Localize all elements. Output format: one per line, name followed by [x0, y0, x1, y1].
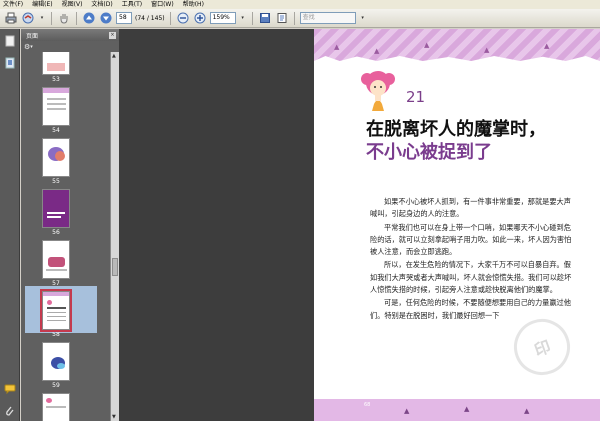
page-number-input[interactable]: 58 — [116, 12, 132, 24]
chapter-body: 如果不小心被坏人抓到，有一件事非常重要，那就是要大声喊叫，引起身边的人的注意。 … — [370, 196, 576, 323]
page-footer-decoration — [314, 399, 600, 421]
save-icon[interactable] — [258, 11, 272, 25]
thumbnail-56[interactable]: 56 — [36, 189, 76, 236]
chevron-down-icon[interactable]: ▾ — [30, 44, 33, 50]
decoration-mark: ▲ — [544, 42, 550, 50]
page-number: 68 — [364, 402, 371, 408]
pages-panel: 页面 × ⚙ ▾ 53 54 55 56 57 58 59 ▲ ▼ — [21, 29, 119, 421]
document-background — [119, 29, 314, 421]
scroll-down-icon[interactable]: ▼ — [112, 414, 116, 420]
fit-icon[interactable] — [275, 11, 289, 25]
thumbnail-55[interactable]: 55 — [36, 138, 76, 185]
menu-file[interactable]: 文件(F) — [3, 0, 23, 9]
thumbnail-scrollbar[interactable]: ▲ ▼ — [110, 52, 119, 421]
navigation-strip — [0, 29, 20, 421]
thumbnail-next[interactable] — [36, 393, 76, 421]
arrow-down-icon[interactable] — [99, 11, 113, 25]
toolbar-divider — [76, 11, 77, 25]
toolbar-divider — [293, 11, 295, 25]
hand-icon[interactable] — [57, 11, 71, 25]
thumbnail-58[interactable]: 58 — [36, 291, 76, 338]
chevron-down-icon[interactable]: ▾ — [239, 15, 247, 21]
decoration-mark: ▲ — [464, 405, 470, 413]
menu-window[interactable]: 窗口(W) — [151, 0, 174, 9]
page-header-decoration — [314, 29, 600, 61]
print-icon[interactable] — [4, 11, 18, 25]
thumbnail-59[interactable]: 59 — [36, 342, 76, 389]
thumbnail-54[interactable]: 54 — [36, 87, 76, 134]
thumbnail-list: 53 54 55 56 57 58 59 — [21, 52, 110, 421]
body-paragraph: 平常我们也可以在身上带一个口哨，如果哪天不小心碰到危险的话，就可以立刻拿起哨子用… — [370, 222, 572, 257]
pages-icon[interactable] — [3, 34, 16, 47]
chapter-title-line2: 不小心被捉到了 — [366, 142, 492, 163]
menu-edit[interactable]: 编辑(E) — [32, 0, 52, 9]
search-input[interactable]: 查找 — [299, 12, 356, 24]
zoom-out-icon[interactable] — [176, 11, 190, 25]
menu-tools[interactable]: 工具(T) — [122, 0, 142, 9]
chevron-down-icon[interactable]: ▾ — [359, 15, 367, 21]
close-icon[interactable]: × — [109, 31, 116, 39]
arrow-up-icon[interactable] — [82, 11, 96, 25]
page-count: (74 / 145) — [135, 14, 165, 22]
decoration-mark: ▲ — [334, 43, 340, 51]
comments-icon[interactable] — [3, 382, 16, 395]
menu-bar: 文件(F) 编辑(E) 视图(V) 文档(D) 工具(T) 窗口(W) 帮助(H… — [0, 0, 600, 9]
girl-illustration — [361, 71, 395, 111]
panel-options: ⚙ ▾ — [21, 41, 119, 52]
menu-document[interactable]: 文档(D) — [91, 0, 112, 9]
bookmarks-icon[interactable] — [3, 56, 16, 69]
toolbar-divider — [251, 11, 253, 25]
panel-title: 页面 — [26, 32, 39, 40]
menu-help[interactable]: 帮助(H) — [183, 0, 204, 9]
decoration-mark: ▲ — [484, 46, 490, 54]
decoration-mark: ▲ — [524, 407, 530, 415]
email-icon[interactable] — [21, 11, 35, 25]
decoration-mark: ▲ — [374, 47, 380, 55]
toolbar-divider — [169, 11, 171, 25]
toolbar-divider — [51, 11, 52, 25]
zoom-input[interactable]: 159% — [209, 12, 236, 24]
scrollbar-thumb[interactable] — [112, 258, 118, 276]
chapter-number: 21 — [406, 88, 426, 106]
thumbnail-53[interactable]: 53 — [36, 52, 76, 83]
menu-view[interactable]: 视图(V) — [62, 0, 83, 9]
decoration-mark: ▲ — [404, 407, 410, 415]
chevron-down-icon[interactable]: ▾ — [38, 15, 46, 21]
toolbar: ▾ 58 (74 / 145) 159% ▾ 查找 ▾ — [0, 9, 600, 28]
scroll-up-icon[interactable]: ▲ — [112, 53, 116, 59]
body-paragraph: 所以，在发生危险的情况下，大家千万不可以自暴自弃。假如我们大声哭或者大声喊叫，坏… — [370, 260, 572, 295]
thumbnail-57[interactable]: 57 — [36, 240, 76, 287]
document-page[interactable]: ▲ ▲ ▲ ▲ ▲ 21 在脱离坏人的魔掌时， 不小心被捉到了 如果不小心被坏人… — [314, 29, 600, 421]
panel-header: 页面 × — [21, 29, 119, 41]
decoration-mark: ▲ — [424, 41, 430, 49]
attachment-icon[interactable] — [3, 404, 16, 417]
zoom-in-icon[interactable] — [193, 11, 207, 25]
body-paragraph: 如果不小心被坏人抓到，有一件事非常重要，那就是要大声喊叫，引起身边的人的注意。 — [370, 197, 571, 219]
